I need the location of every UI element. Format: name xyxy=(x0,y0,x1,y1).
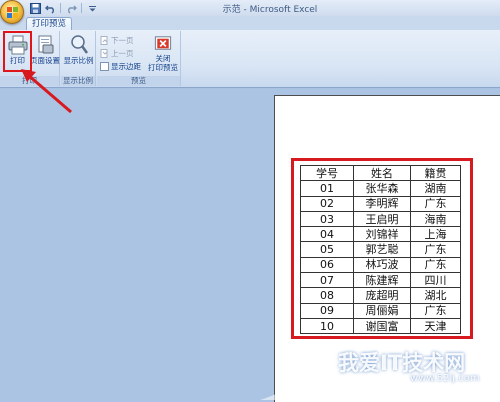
zoom-button[interactable]: 显示比例 xyxy=(63,33,94,73)
window-title: 示范 - Microsoft Excel xyxy=(222,5,318,15)
zoom-group: 显示比例 显示比例 xyxy=(61,31,96,86)
page-setup-button[interactable]: 页面设置 xyxy=(30,33,60,73)
watermark-url: www.52ij.com xyxy=(410,373,480,384)
close-print-preview-button[interactable]: 关闭 打印预览 xyxy=(147,32,179,72)
zoom-button-label: 显示比例 xyxy=(63,56,94,65)
close-preview-icon xyxy=(154,36,172,50)
previous-page-label: 上一页 xyxy=(111,49,134,58)
page-setup-button-label: 页面设置 xyxy=(30,56,60,65)
show-margins-label: 显示边距 xyxy=(111,62,141,71)
print-group-label: 打印 xyxy=(0,76,59,86)
magnifier-icon xyxy=(70,35,88,54)
previous-page-button[interactable]: 上一页 xyxy=(100,48,134,59)
title-bar: 示范 - Microsoft Excel xyxy=(0,0,500,16)
checkbox-icon xyxy=(100,62,109,71)
tab-print-preview[interactable]: 打印预览 xyxy=(26,17,72,31)
table-highlight-frame xyxy=(291,158,473,339)
zoom-group-label: 显示比例 xyxy=(61,76,95,86)
preview-group-label: 预览 xyxy=(97,76,180,86)
next-page-button[interactable]: 下一页 xyxy=(100,35,134,46)
previous-page-icon xyxy=(100,49,108,58)
office-logo-icon xyxy=(7,7,18,18)
office-button[interactable] xyxy=(0,0,24,24)
close-preview-label-line2: 打印预览 xyxy=(148,63,178,72)
print-button-highlight xyxy=(3,31,32,72)
ribbon-tab-row: 打印预览 xyxy=(0,16,500,31)
next-page-icon xyxy=(100,36,108,45)
page-setup-icon xyxy=(38,35,54,54)
ribbon: 打印 页面设置 打印 显示比例 显示比例 预览 下一页 上一页 显示边距 关闭 … xyxy=(0,30,500,88)
show-margins-checkbox[interactable]: 显示边距 xyxy=(100,61,141,72)
close-preview-label-line1: 关闭 xyxy=(155,54,171,63)
next-page-label: 下一页 xyxy=(111,36,134,45)
